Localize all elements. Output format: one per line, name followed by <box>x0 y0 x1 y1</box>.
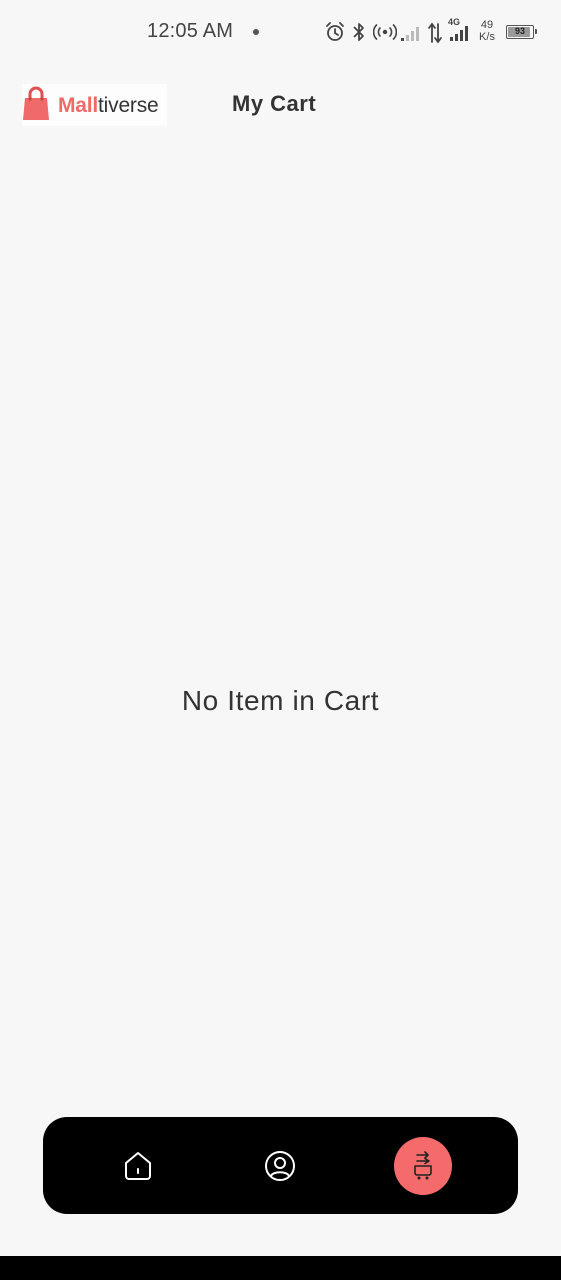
user-circle-icon <box>265 1151 295 1181</box>
system-navigation-bar <box>0 1256 561 1280</box>
status-time: 12:05 AM <box>147 20 234 42</box>
nav-cart-button[interactable] <box>394 1137 452 1195</box>
bottom-navigation <box>43 1117 518 1214</box>
status-bar: 12:05 AM 4G 49 K/s 93 <box>0 0 561 62</box>
battery-icon: 93 <box>506 25 537 39</box>
bluetooth-icon <box>353 23 364 41</box>
hotspot-icon <box>373 23 397 41</box>
malltiverse-logo[interactable]: Malltiverse <box>22 84 167 126</box>
network-speed-value: 49 <box>480 19 494 31</box>
signal-weak-icon <box>401 27 419 41</box>
empty-cart-message: No Item in Cart <box>181 685 380 716</box>
shopping-bag-icon <box>23 86 49 120</box>
home-icon <box>125 1152 151 1180</box>
logo-wordmark: Malltiverse <box>58 94 159 118</box>
alarm-icon <box>326 22 344 41</box>
network-speed-unit: K/s <box>479 31 495 43</box>
logo-wordmark-mall: Mall <box>58 94 99 117</box>
nav-profile-button[interactable] <box>255 1141 305 1191</box>
logo-wordmark-tiverse: tiverse <box>98 94 159 117</box>
signal-4g-icon <box>450 26 468 41</box>
cart-icon <box>414 1151 432 1180</box>
data-transfer-icon <box>428 22 442 44</box>
network-speed: 49 K/s <box>476 19 498 43</box>
battery-level: 93 <box>514 26 525 36</box>
page-title: My Cart <box>232 91 317 116</box>
nav-home-button[interactable] <box>113 1141 163 1191</box>
notification-dot <box>253 29 259 35</box>
